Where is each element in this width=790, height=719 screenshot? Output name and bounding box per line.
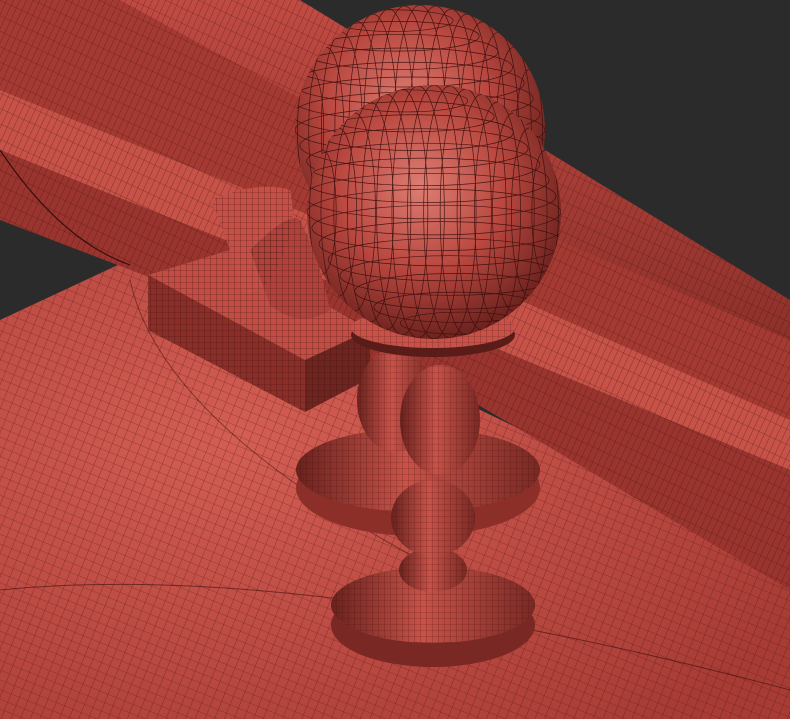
- 3d-viewport[interactable]: [0, 0, 790, 719]
- wireframe-render: [0, 0, 790, 719]
